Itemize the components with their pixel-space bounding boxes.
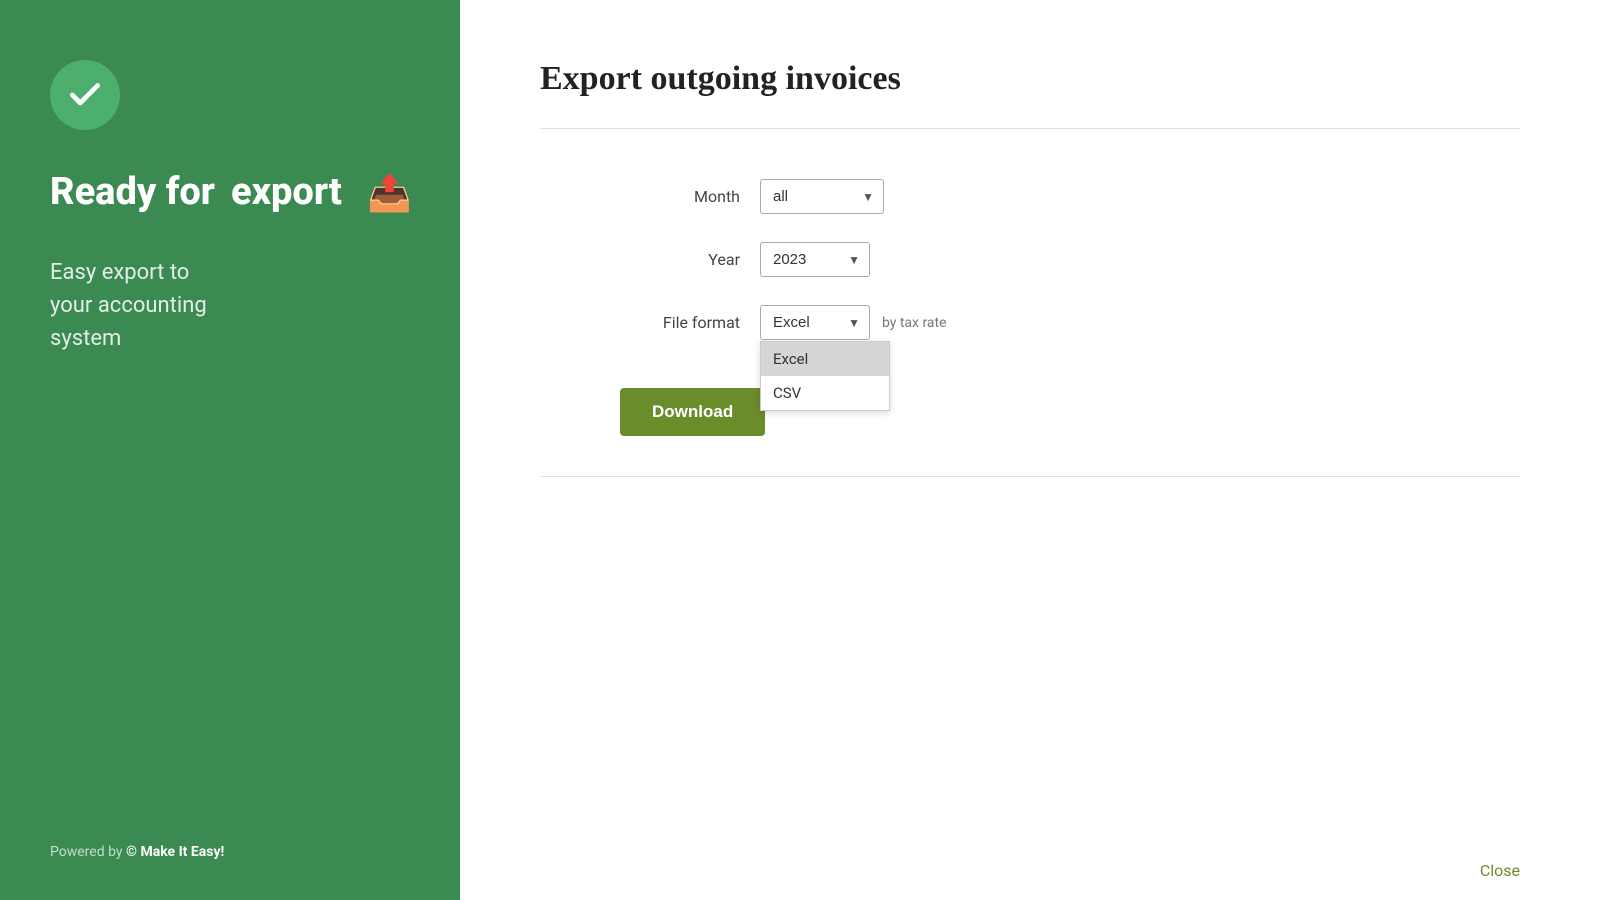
left-content: Ready for export 📤 Easy export to your a…: [50, 60, 420, 355]
heading-line1: Ready for: [50, 170, 215, 216]
close-link[interactable]: Close: [1480, 861, 1520, 880]
heading-line2: export: [231, 170, 342, 216]
sidebar-subheading: Easy export to your accounting system: [50, 256, 420, 355]
file-format-row: File format Excel CSV ▼ Excel CSV by: [620, 305, 947, 340]
right-panel: Export outgoing invoices Month all Janua…: [460, 0, 1600, 900]
sidebar-heading: Ready for export 📤: [50, 170, 420, 216]
year-select-wrapper: 2021 2022 2023 2024 ▼: [760, 242, 870, 277]
month-select[interactable]: all January February March April May Jun…: [760, 179, 884, 214]
powered-by-text: Powered by © Make It Easy!: [50, 844, 420, 860]
export-form: Month all January February March April M…: [540, 179, 1520, 436]
left-panel: Ready for export 📤 Easy export to your a…: [0, 0, 460, 900]
dropdown-option-excel[interactable]: Excel: [761, 342, 889, 376]
file-format-container: Excel CSV ▼ Excel CSV by tax rate: [760, 305, 947, 340]
file-format-label: File format: [620, 313, 740, 332]
month-row: Month all January February March April M…: [620, 179, 884, 214]
file-format-select[interactable]: Excel CSV: [760, 305, 870, 340]
month-label: Month: [620, 187, 740, 206]
year-select[interactable]: 2021 2022 2023 2024: [760, 242, 870, 277]
top-divider: [540, 128, 1520, 129]
check-circle-icon: [50, 60, 120, 130]
download-button[interactable]: Download: [620, 388, 765, 436]
file-format-dropdown: Excel CSV: [760, 341, 890, 411]
by-tax-rate-label: by tax rate: [882, 315, 947, 331]
year-row: Year 2021 2022 2023 2024 ▼: [620, 242, 870, 277]
footer-area: Close: [460, 841, 1600, 900]
dropdown-option-csv[interactable]: CSV: [761, 376, 889, 410]
bottom-divider: [540, 476, 1520, 477]
page-title: Export outgoing invoices: [540, 60, 1520, 98]
file-format-select-wrapper: Excel CSV ▼: [760, 305, 870, 340]
heading-emoji: 📤: [367, 172, 412, 215]
year-label: Year: [620, 250, 740, 269]
month-select-wrapper: all January February March April May Jun…: [760, 179, 884, 214]
main-content: Export outgoing invoices Month all Janua…: [460, 0, 1600, 841]
